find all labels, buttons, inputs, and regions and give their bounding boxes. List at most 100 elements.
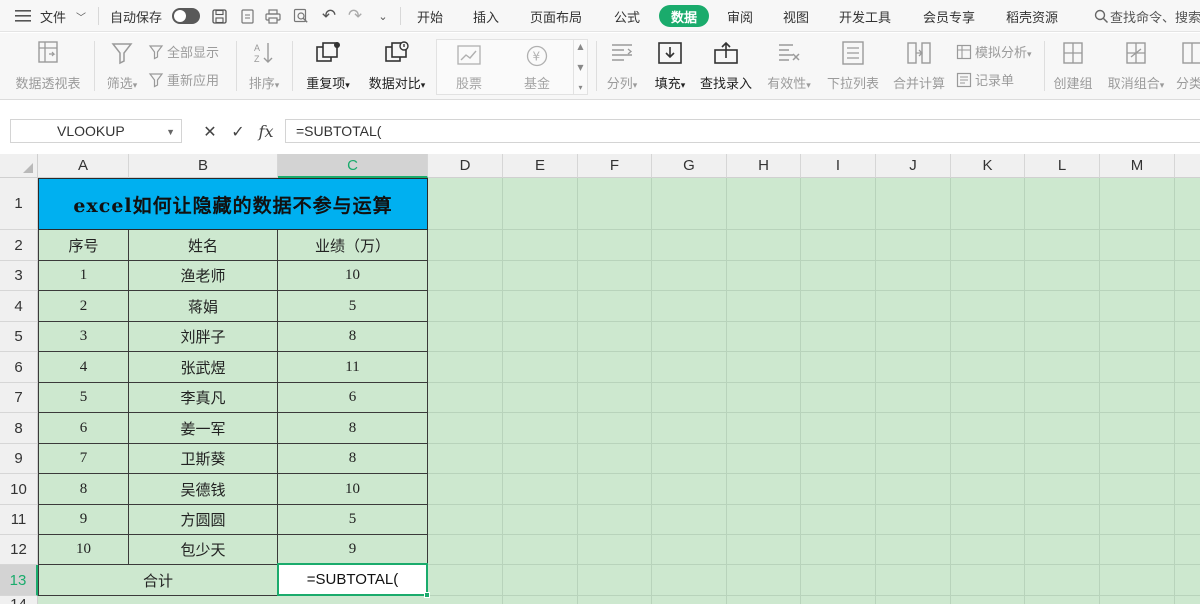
- ungroup-button[interactable]: 取消组合▾: [1104, 33, 1168, 92]
- data-cell-performance[interactable]: 6: [278, 383, 428, 413]
- data-cell-name[interactable]: 渔老师: [129, 261, 278, 291]
- data-cell-index[interactable]: 1: [39, 261, 129, 291]
- record-form-button[interactable]: 记录单: [956, 70, 1014, 89]
- data-cell-performance[interactable]: 8: [278, 444, 428, 474]
- row-header-10[interactable]: 10: [0, 474, 38, 505]
- tab-review[interactable]: 审阅: [727, 0, 753, 32]
- data-cell-name[interactable]: 蒋娟: [129, 291, 278, 322]
- data-cell-performance[interactable]: 10: [278, 261, 428, 291]
- data-cell-name[interactable]: 包少天: [129, 535, 278, 565]
- row-header-3[interactable]: 3: [0, 261, 38, 291]
- column-header-a[interactable]: A: [38, 154, 129, 178]
- header-cell-index[interactable]: 序号: [39, 230, 129, 261]
- create-group-button[interactable]: 创建组: [1050, 33, 1096, 92]
- row-header-11[interactable]: 11: [0, 505, 38, 535]
- row-header-7[interactable]: 7: [0, 383, 38, 413]
- row-header-5[interactable]: 5: [0, 322, 38, 352]
- consolidate-button[interactable]: 合并计算: [890, 33, 948, 92]
- tab-member[interactable]: 会员专享: [923, 0, 975, 32]
- row-header-2[interactable]: 2: [0, 230, 38, 261]
- data-cell-performance[interactable]: 11: [278, 352, 428, 383]
- row-header-4[interactable]: 4: [0, 291, 38, 322]
- command-search-input[interactable]: 查找命令、搜索: [1110, 0, 1200, 32]
- subtotal-button[interactable]: 分类: [1176, 33, 1200, 92]
- tab-data[interactable]: 数据: [659, 5, 709, 27]
- data-cell-name[interactable]: 张武煜: [129, 352, 278, 383]
- total-label-cell[interactable]: 合计: [39, 565, 278, 596]
- search-icon[interactable]: [1092, 0, 1110, 32]
- data-cell-index[interactable]: 7: [39, 444, 129, 474]
- data-cell-name[interactable]: 姜一军: [129, 413, 278, 444]
- quick-access-more-icon[interactable]: ⌄: [374, 0, 392, 32]
- data-cell-index[interactable]: 8: [39, 474, 129, 505]
- header-cell-name[interactable]: 姓名: [129, 230, 278, 261]
- worksheet-grid[interactable]: A B C D E F G H I J K L M 1 2 3 4 5 6 7 …: [0, 154, 1200, 604]
- column-header-f[interactable]: F: [578, 154, 652, 178]
- row-header-13[interactable]: 13: [0, 565, 38, 596]
- file-menu[interactable]: 文件: [40, 0, 66, 32]
- data-cell-name[interactable]: 吴德钱: [129, 474, 278, 505]
- data-cell-name[interactable]: 方圆圆: [129, 505, 278, 535]
- fill-handle[interactable]: [424, 592, 430, 598]
- gallery-expand-icon[interactable]: ▾: [578, 83, 582, 92]
- tab-insert[interactable]: 插入: [473, 0, 499, 32]
- data-cell-performance[interactable]: 8: [278, 413, 428, 444]
- data-cell-index[interactable]: 10: [39, 535, 129, 565]
- row-header-12[interactable]: 12: [0, 535, 38, 565]
- dropdown-list-button[interactable]: 下拉列表: [824, 33, 882, 92]
- duplicates-button[interactable]: 重复项▾: [300, 33, 356, 92]
- data-cell-name[interactable]: 卫斯葵: [129, 444, 278, 474]
- column-header-c[interactable]: C: [278, 154, 428, 178]
- split-columns-button[interactable]: 分列▾: [600, 33, 644, 92]
- formula-input[interactable]: =SUBTOTAL(: [285, 119, 1200, 143]
- column-header-e[interactable]: E: [503, 154, 578, 178]
- tab-formulas[interactable]: 公式: [614, 0, 640, 32]
- fill-button[interactable]: 填充▾: [648, 33, 692, 92]
- column-header-n[interactable]: [1175, 154, 1200, 178]
- column-header-i[interactable]: I: [801, 154, 876, 178]
- sheet-title-cell[interactable]: excel如何让隐藏的数据不参与运算: [38, 178, 428, 230]
- column-header-m[interactable]: M: [1100, 154, 1175, 178]
- tab-page-layout[interactable]: 页面布局: [530, 0, 582, 32]
- row-header-9[interactable]: 9: [0, 444, 38, 474]
- file-menu-chevron-icon[interactable]: ﹀: [72, 0, 90, 32]
- lookup-entry-button[interactable]: 查找录入: [697, 33, 755, 92]
- tab-home[interactable]: 开始: [417, 0, 443, 32]
- column-header-g[interactable]: G: [652, 154, 727, 178]
- data-cell-performance[interactable]: 5: [278, 505, 428, 535]
- tab-view[interactable]: 视图: [783, 0, 809, 32]
- hamburger-menu-icon[interactable]: [14, 0, 32, 32]
- sort-button[interactable]: AZ 排序▾: [242, 33, 286, 92]
- active-cell-c13[interactable]: =SUBTOTAL(: [277, 563, 428, 596]
- data-cell-performance[interactable]: 5: [278, 291, 428, 322]
- autosave-toggle[interactable]: [172, 8, 200, 24]
- fund-button[interactable]: ¥ 基金: [515, 44, 559, 92]
- what-if-analysis-button[interactable]: 模拟分析▾: [956, 42, 1032, 61]
- data-cell-performance[interactable]: 9: [278, 535, 428, 565]
- column-header-l[interactable]: L: [1025, 154, 1100, 178]
- data-cell-name[interactable]: 李真凡: [129, 383, 278, 413]
- column-header-d[interactable]: D: [428, 154, 503, 178]
- data-cell-index[interactable]: 4: [39, 352, 129, 383]
- data-cell-name[interactable]: 刘胖子: [129, 322, 278, 352]
- name-box[interactable]: VLOOKUP ▼: [10, 119, 182, 143]
- header-cell-performance[interactable]: 业绩（万）: [278, 230, 428, 261]
- column-header-j[interactable]: J: [876, 154, 951, 178]
- insert-function-icon[interactable]: fx: [255, 121, 277, 141]
- data-cell-index[interactable]: 6: [39, 413, 129, 444]
- column-header-h[interactable]: H: [727, 154, 801, 178]
- name-box-dropdown-icon[interactable]: ▼: [166, 127, 175, 137]
- show-all-button[interactable]: 全部显示: [148, 42, 219, 61]
- data-cell-performance[interactable]: 10: [278, 474, 428, 505]
- gallery-up-icon[interactable]: ▲: [577, 42, 583, 51]
- redo-icon[interactable]: ↷: [346, 0, 364, 32]
- tab-developer[interactable]: 开发工具: [839, 0, 891, 32]
- print-icon[interactable]: [264, 0, 282, 32]
- tab-docer-resources[interactable]: 稻壳资源: [1006, 0, 1058, 32]
- data-compare-button[interactable]: 数据对比▾: [362, 33, 432, 92]
- gallery-scroll[interactable]: ▲ ▼ ▾: [573, 40, 587, 94]
- select-all-corner[interactable]: [0, 154, 38, 178]
- data-cell-index[interactable]: 2: [39, 291, 129, 322]
- confirm-formula-icon[interactable]: ✓: [228, 121, 248, 141]
- data-cell-index[interactable]: 5: [39, 383, 129, 413]
